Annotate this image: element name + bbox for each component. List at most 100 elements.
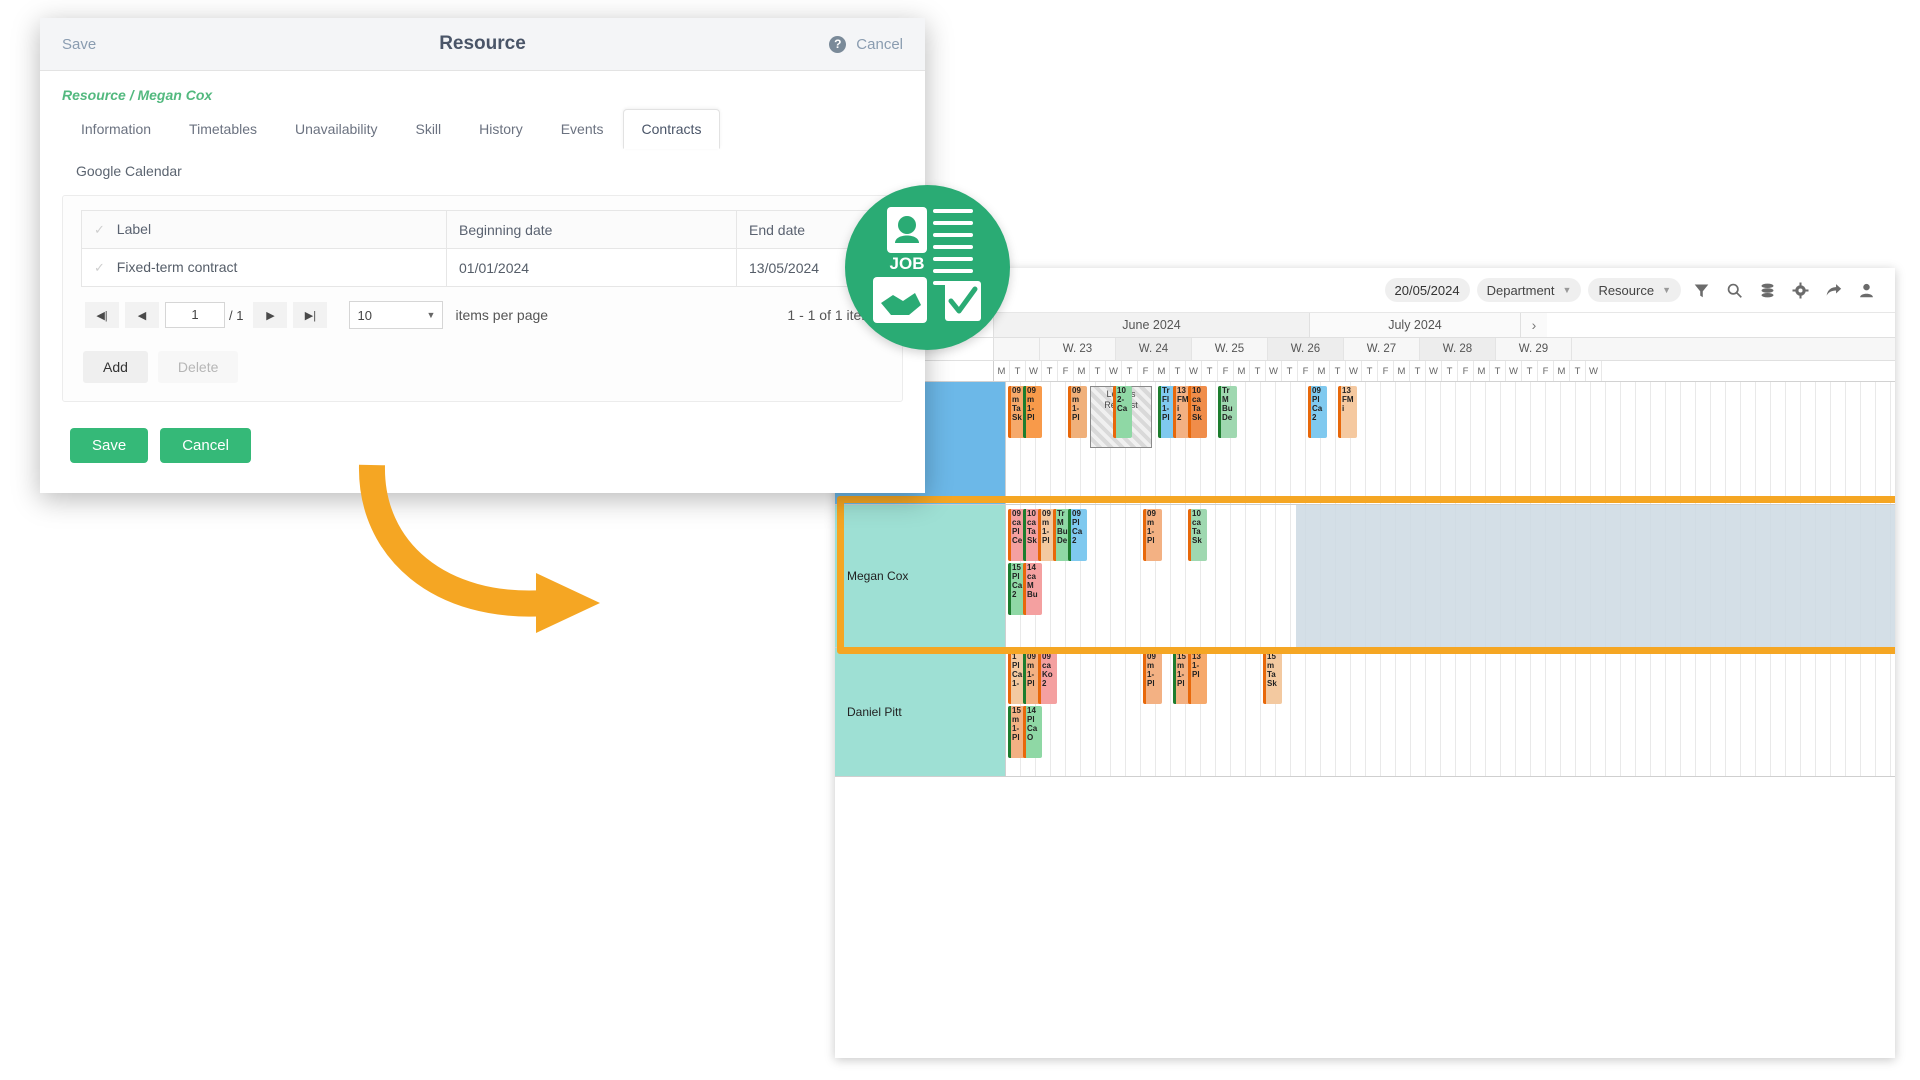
- event-chip-line: Pl: [1147, 536, 1155, 545]
- day-letter: T: [1282, 361, 1298, 381]
- header-save-link[interactable]: Save: [62, 36, 96, 53]
- event-chip[interactable]: Tr M Bu De: [1218, 386, 1237, 438]
- event-chip-line: i: [1342, 404, 1345, 413]
- tab-timetables[interactable]: Timetables: [170, 109, 276, 149]
- resource-name-cell[interactable]: Megan Cox: [835, 505, 1006, 647]
- prev-page-button[interactable]: ◀: [125, 302, 159, 328]
- tab-contracts[interactable]: Contracts: [622, 109, 721, 149]
- filter-icon[interactable]: [1688, 277, 1714, 303]
- help-icon[interactable]: ?: [829, 35, 847, 53]
- event-chip[interactable]: 10 2- Ca: [1113, 386, 1132, 438]
- event-chip[interactable]: 14 ca M Bu: [1023, 563, 1042, 615]
- resource-lane[interactable]: 09 ca Pl Ce 10 ca Ta Sk 09 m 1- Pl Tr M Bu De 09 Pl Ca 2 09 m…: [1006, 505, 1895, 647]
- event-chip-line: 09: [1042, 652, 1051, 661]
- table-row[interactable]: ✓ Fixed-term contract 01/01/2024 13/05/2…: [81, 248, 884, 287]
- resource-row[interactable]: Megan Cox 09 ca Pl Ce 10 ca Ta Sk 09 m 1- Pl Tr M Bu De 0…: [835, 505, 1895, 648]
- items-per-page-select[interactable]: 10 ▼: [349, 301, 444, 329]
- gear-icon[interactable]: [1787, 277, 1813, 303]
- tab-information[interactable]: Information: [62, 109, 170, 149]
- total-pages-label: / 1: [229, 307, 244, 323]
- event-chip[interactable]: 14 Pl Ca O: [1023, 706, 1042, 758]
- save-button[interactable]: Save: [70, 428, 149, 463]
- day-letter: T: [1250, 361, 1266, 381]
- next-period-button[interactable]: ›: [1521, 313, 1547, 337]
- resource-row[interactable]: Daniel Pitt 1 Pl Ca 1- 09 m 1- Pl 09 ca Ko 2 09 m 1- Pl 1…: [835, 648, 1895, 777]
- delete-button[interactable]: Delete: [157, 351, 239, 383]
- event-chip-line: 2: [1042, 679, 1047, 688]
- row-check-icon[interactable]: ✓: [94, 260, 113, 275]
- day-letter: T: [1522, 361, 1538, 381]
- day-letter: T: [1122, 361, 1138, 381]
- date-pill[interactable]: 20/05/2024: [1384, 278, 1470, 302]
- event-chip[interactable]: 13 FM i: [1338, 386, 1357, 438]
- resource-select[interactable]: Resource ▼: [1588, 278, 1681, 302]
- table-header-row: ✓ Label Beginning date End date: [81, 210, 884, 249]
- month-label: June 2024: [994, 313, 1310, 337]
- share-icon[interactable]: [1820, 277, 1846, 303]
- event-chip[interactable]: 09 Pl Ca 2: [1068, 509, 1087, 561]
- header-cancel-link[interactable]: Cancel: [856, 36, 903, 53]
- job-badge-text: JOB: [890, 254, 925, 273]
- resource-row[interactable]: Lucy KidmanLeaves Request09mTaSk09m1-Pl0…: [835, 382, 1895, 505]
- annotation-arrow: [350, 455, 650, 660]
- user-icon[interactable]: [1853, 277, 1879, 303]
- department-select[interactable]: Department ▼: [1476, 278, 1582, 302]
- resource-name-cell[interactable]: Daniel Pitt: [835, 648, 1006, 776]
- tab-skill[interactable]: Skill: [396, 109, 460, 149]
- dialog-title: Resource: [439, 33, 526, 54]
- event-chip-line: ca: [1192, 518, 1201, 527]
- event-chip-line: 10: [1192, 509, 1201, 518]
- column-header-label[interactable]: ✓ Label: [81, 210, 447, 249]
- day-letter: W: [1266, 361, 1282, 381]
- event-chip-line: 13: [1192, 652, 1201, 661]
- search-icon[interactable]: [1721, 277, 1747, 303]
- dialog-header: Save Resource ? Cancel: [40, 18, 925, 71]
- chevron-down-icon: ▼: [1662, 285, 1671, 295]
- database-icon[interactable]: [1754, 277, 1780, 303]
- event-chip[interactable]: 15 m Ta Sk: [1263, 652, 1282, 704]
- first-page-button[interactable]: ◀|: [85, 302, 119, 328]
- event-chip-line: ca: [1027, 572, 1036, 581]
- event-chip-line: Pl: [1312, 395, 1320, 404]
- cell-beginning-date: 01/01/2024: [446, 248, 737, 287]
- tab-history[interactable]: History: [460, 109, 542, 149]
- column-header-beginning-date[interactable]: Beginning date: [446, 210, 737, 249]
- event-chip[interactable]: 09 m 1- Pl: [1143, 509, 1162, 561]
- header-text: Label: [116, 221, 152, 237]
- day-letter: T: [1362, 361, 1378, 381]
- next-page-button[interactable]: ▶: [253, 302, 288, 328]
- event-chip-line: 2: [1312, 413, 1317, 422]
- resource-lane[interactable]: Leaves Request09mTaSk09m1-Pl09m1-Pl102-C…: [1006, 382, 1895, 504]
- items-per-page-label: items per page: [455, 307, 549, 323]
- week-label: W. 24: [1116, 338, 1192, 360]
- week-label: W. 29: [1496, 338, 1572, 360]
- day-letter: T: [1442, 361, 1458, 381]
- event-chip-line: De: [1222, 413, 1233, 422]
- week-label: W. 23: [1040, 338, 1116, 360]
- day-letter: M: [1234, 361, 1250, 381]
- event-chip[interactable]: 09 m 1- Pl: [1143, 652, 1162, 704]
- tab-unavailability[interactable]: Unavailability: [276, 109, 396, 149]
- day-letter: F: [1378, 361, 1394, 381]
- page-number-input[interactable]: 1: [165, 302, 225, 328]
- chevron-down-icon: ▼: [426, 310, 436, 320]
- event-chip-line: 1-: [1027, 404, 1035, 413]
- event-chip-line: m: [1072, 395, 1080, 404]
- event-chip[interactable]: 10 ca Ta Sk: [1188, 509, 1207, 561]
- last-page-button[interactable]: ▶|: [293, 302, 328, 328]
- event-chip[interactable]: 13 1- Pl: [1188, 652, 1207, 704]
- event-chip-line: 13: [1342, 386, 1351, 395]
- resource-lane[interactable]: 1 Pl Ca 1- 09 m 1- Pl 09 ca Ko 2 09 m 1- Pl 15 m 1- Pl 13 1- P…: [1006, 648, 1895, 776]
- event-chip[interactable]: 10 ca Ta Sk: [1188, 386, 1207, 438]
- event-chip[interactable]: 09 m 1- Pl: [1068, 386, 1087, 438]
- event-chip-line: 10: [1117, 386, 1126, 395]
- cancel-button[interactable]: Cancel: [160, 428, 251, 463]
- event-chip[interactable]: 09 Pl Ca 2: [1308, 386, 1327, 438]
- add-button[interactable]: Add: [83, 351, 148, 383]
- tab-events[interactable]: Events: [542, 109, 623, 149]
- day-letter: M: [1074, 361, 1090, 381]
- week-label: W. 28: [1420, 338, 1496, 360]
- resource-label: Resource: [1598, 282, 1655, 298]
- event-chip[interactable]: 09 m 1- Pl: [1023, 386, 1042, 438]
- event-chip[interactable]: 09 ca Ko 2: [1038, 652, 1057, 704]
